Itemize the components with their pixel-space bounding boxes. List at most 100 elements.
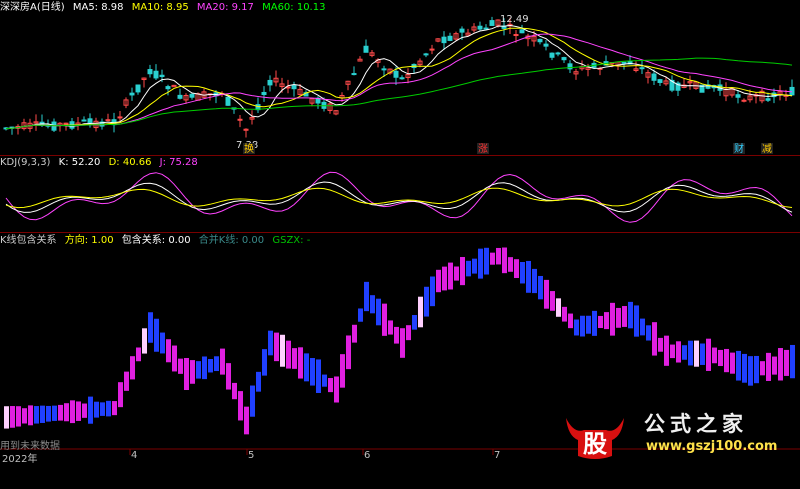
contain-bar (628, 301, 633, 329)
contain-bar (46, 405, 51, 422)
candle-body (363, 45, 369, 53)
contain-bar (646, 325, 651, 341)
contain-bar (346, 335, 351, 370)
contain-bar (82, 403, 87, 418)
contain-bar (520, 262, 525, 284)
contain-bar (640, 318, 645, 336)
xaxis-label-3: 6 (364, 450, 371, 461)
high-price-label: 12.49 (500, 14, 529, 25)
contain-bar (616, 307, 621, 328)
candle-body (489, 20, 495, 26)
contain-bar (136, 347, 141, 362)
kdj-j-line (5, 171, 793, 223)
candle-body (225, 96, 231, 106)
contain-bar (64, 403, 69, 422)
contain-bar (232, 382, 237, 400)
contain-bar (442, 266, 447, 291)
xaxis-label-4: 7 (494, 450, 501, 461)
contain-bar (358, 308, 363, 322)
contain-bar (730, 352, 735, 374)
contain-bar (574, 319, 579, 336)
contain-bar (532, 268, 537, 294)
contain-bar (610, 302, 615, 336)
contain-bar (664, 335, 669, 366)
candle-body (177, 94, 183, 99)
contain-bar (568, 313, 573, 329)
contain-bar (724, 348, 729, 373)
candle-body (561, 57, 567, 61)
candle-body (639, 67, 645, 70)
contain-bar (790, 344, 795, 379)
contain-bar (322, 374, 327, 387)
candle-body (765, 98, 771, 101)
candle-body (621, 61, 627, 64)
contain-bar (226, 363, 231, 390)
contain-bar (268, 330, 273, 356)
candle-body (483, 27, 489, 30)
candle-body (741, 99, 747, 102)
contain-bar (328, 378, 333, 393)
contain-bar (592, 310, 597, 336)
future-data-note: 用到未来数据 (0, 441, 60, 452)
contain-bar (484, 247, 489, 275)
contain-bar (214, 356, 219, 372)
contain-bar (604, 312, 609, 330)
contain-bar (148, 312, 153, 343)
contain-bar (184, 357, 189, 391)
event-marker-4: 减 (762, 143, 772, 155)
contain-bar (436, 269, 441, 293)
candle-body (543, 43, 549, 47)
candle-body (261, 91, 267, 96)
candle-body (393, 70, 399, 78)
contain-bar (760, 361, 765, 376)
candle-body (165, 86, 171, 90)
contain-bar (550, 291, 555, 311)
contain-bar (142, 328, 147, 354)
candle-body (153, 70, 159, 79)
ma10-line (5, 27, 793, 130)
watermark-bull-logo-icon: 股 (566, 418, 624, 459)
contain-bar (202, 356, 207, 380)
kdj-d-line (5, 187, 793, 209)
contain-bar (88, 396, 93, 424)
candle-body (351, 73, 357, 76)
contain-bar (22, 408, 27, 424)
contain-bar (352, 324, 357, 343)
contain-bar (400, 328, 405, 358)
contain-bar (160, 332, 165, 354)
contain-bar (292, 348, 297, 369)
contain-bar (658, 337, 663, 352)
contain-bar (418, 296, 423, 328)
contain-bar (562, 306, 567, 322)
contain-bar (514, 259, 519, 279)
candle-body (105, 119, 111, 122)
contain-bar (154, 318, 159, 352)
contain-bar (28, 405, 33, 426)
contain-bar (682, 345, 687, 360)
contain-bar (430, 276, 435, 307)
contain-bar (166, 339, 171, 363)
candle-body (189, 93, 195, 98)
contain-bar (586, 315, 591, 334)
contain-bar (784, 349, 789, 376)
contain-bar (262, 349, 267, 376)
contain-bar (496, 247, 501, 265)
contain-bar (10, 406, 15, 428)
contain-bar (118, 382, 123, 408)
candle-body (87, 118, 93, 123)
candle-body (63, 122, 69, 125)
candle-body (291, 85, 297, 90)
contain-bar (424, 286, 429, 317)
contain-bar (412, 315, 417, 330)
watermark-title: 公式之家 (644, 411, 748, 436)
contain-bar (454, 266, 459, 281)
contain-bar (472, 258, 477, 274)
candle-body (549, 52, 555, 58)
contain-bar (748, 356, 753, 386)
candle-body (381, 68, 387, 71)
xaxis-label-2: 5 (248, 450, 255, 461)
contain-bar (778, 348, 783, 381)
contain-bar (172, 345, 177, 372)
contain-bar (256, 371, 261, 392)
contain-bar (478, 248, 483, 279)
